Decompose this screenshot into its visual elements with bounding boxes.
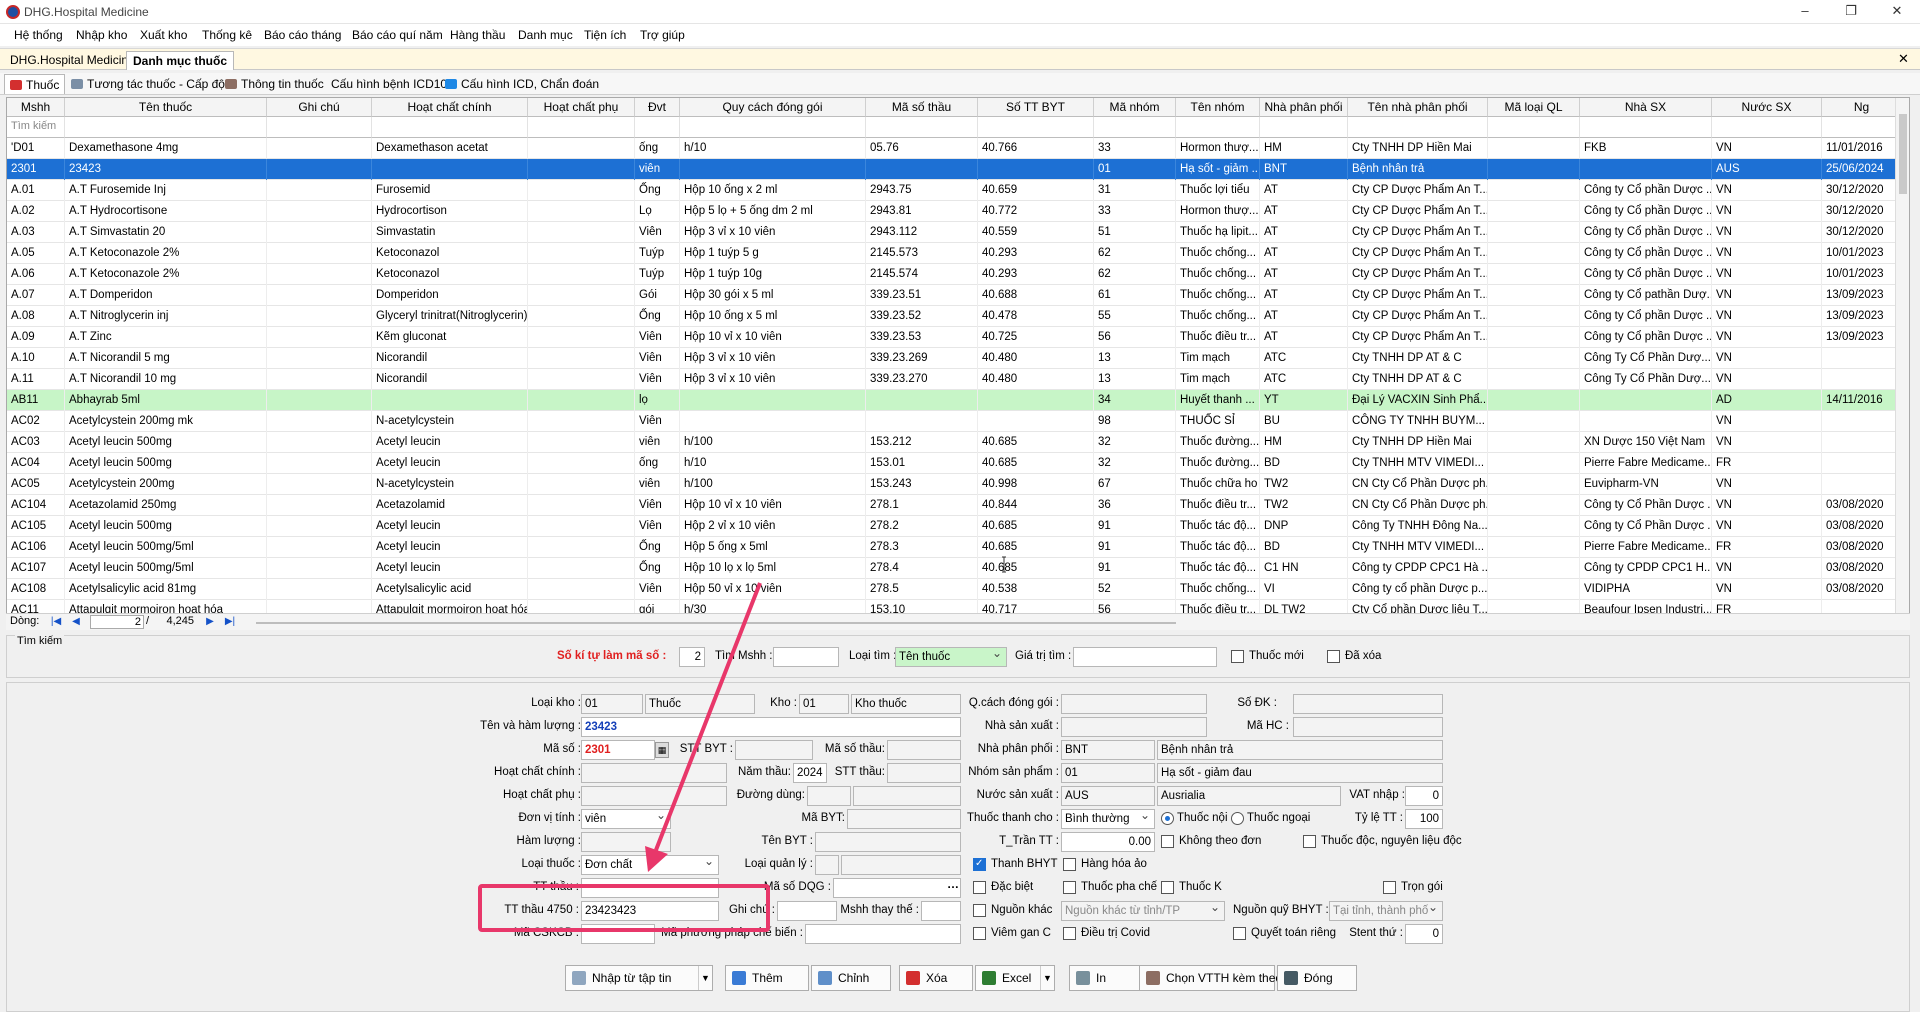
annotation-arrow-line <box>654 582 762 851</box>
mouse-cursor-icon <box>1002 556 1006 573</box>
annotation-arrow <box>645 582 762 872</box>
